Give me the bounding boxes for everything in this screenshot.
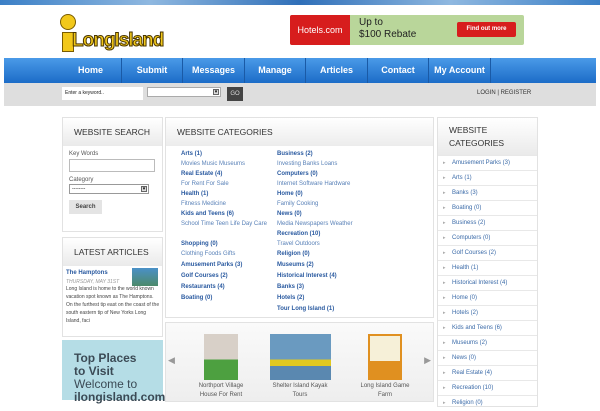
sidebar-category-link[interactable]: Arts (1): [438, 170, 537, 186]
sidebar-category-link[interactable]: Banks (3): [438, 185, 537, 201]
nav-messages[interactable]: Messages: [183, 58, 245, 83]
main-nav: Home Submit Messages Manage Articles Con…: [4, 58, 596, 83]
latest-articles-panel: LATEST ARTICLES The Hamptons THURSDAY, M…: [62, 237, 163, 337]
article-thumbnail[interactable]: [132, 268, 158, 286]
subcategory-links[interactable]: School Time Teen Life Day Care: [181, 219, 273, 229]
category-link[interactable]: Historical Interest (4): [277, 271, 387, 281]
nav-manage[interactable]: Manage: [245, 58, 306, 83]
carousel-item[interactable]: Northport Village House For Rent: [193, 334, 249, 400]
subcategory-links[interactable]: Internet Software Hardware: [277, 179, 387, 189]
article-excerpt: Long Island is home to the world known v…: [66, 286, 160, 324]
categories-right-column: Business (2) Investing Banks Loans Comput…: [277, 149, 387, 314]
sidebar-category-link[interactable]: Hotels (2): [438, 305, 537, 321]
category-link[interactable]: Golf Courses (2): [181, 271, 273, 281]
category-link[interactable]: Museums (2): [277, 260, 387, 270]
category-link[interactable]: Recreation (10): [277, 229, 387, 239]
category-link[interactable]: Home (0): [277, 189, 387, 199]
panel-title: WEBSITE CATEGORIES: [166, 118, 433, 146]
sidebar-category-link[interactable]: Recreation (10): [438, 380, 537, 396]
category-link[interactable]: Hotels (2): [277, 293, 387, 303]
hotels-ad-banner[interactable]: Hotels.com Up to $100 Rebate Find out mor…: [290, 15, 524, 45]
sidebar-category-link[interactable]: Home (0): [438, 290, 537, 306]
category-link[interactable]: Religion (0): [277, 249, 387, 259]
chevron-down-icon: ▾: [213, 89, 219, 95]
category-link[interactable]: Computers (0): [277, 169, 387, 179]
sidebar-category-list: Amusement Parks (3)Arts (1)Banks (3)Boat…: [438, 155, 537, 411]
listing-image[interactable]: [269, 334, 331, 380]
category-link[interactable]: Banks (3): [277, 282, 387, 292]
subcategory-links[interactable]: For Rent For Sale: [181, 179, 273, 189]
category-link[interactable]: Boating (0): [181, 293, 273, 303]
category-link[interactable]: News (0): [277, 209, 387, 219]
subcategory-links[interactable]: Investing Banks Loans: [277, 159, 387, 169]
website-search-panel: WEBSITE SEARCH Key Words Category ------…: [62, 117, 163, 232]
sidebar-category-link[interactable]: Religion (0): [438, 395, 537, 411]
sidebar-category-link[interactable]: Amusement Parks (3): [438, 155, 537, 171]
listing-image[interactable]: [204, 334, 238, 380]
subcategory-links[interactable]: Movies Music Museums: [181, 159, 273, 169]
sidebar-categories-panel: WEBSITECATEGORIES Amusement Parks (3)Art…: [437, 117, 538, 411]
subcategory-links[interactable]: Media Newspapers Weather: [277, 219, 387, 229]
ad-message: Up to $100 Rebate: [359, 17, 417, 40]
chevron-right-icon[interactable]: ▶: [424, 355, 431, 366]
category-link[interactable]: Amusement Parks (3): [181, 260, 273, 270]
sidebar-category-link[interactable]: Museums (2): [438, 335, 537, 351]
category-select[interactable]: ▾: [147, 87, 221, 97]
subcategory-links[interactable]: Clothing Foods Gifts: [181, 249, 273, 259]
nav-submit[interactable]: Submit: [122, 58, 183, 83]
carousel-item[interactable]: Shelter Island Kayak Tours: [265, 334, 335, 400]
nav-articles[interactable]: Articles: [306, 58, 368, 83]
subcategory-links[interactable]: Travel Outdoors: [277, 239, 387, 249]
carousel-item[interactable]: Long Island Game Farm: [350, 334, 420, 400]
listing-image[interactable]: [368, 334, 402, 380]
login-register-link[interactable]: LOGIN | REGISTER: [477, 90, 531, 96]
subcategory-links[interactable]: Family Cooking: [277, 199, 387, 209]
subcategory-links[interactable]: Fitness Medicine: [181, 199, 273, 209]
category-link[interactable]: Kids and Teens (6): [181, 209, 273, 219]
nav-contact[interactable]: Contact: [368, 58, 429, 83]
category-link[interactable]: Real Estate (4): [181, 169, 273, 179]
sidebar-category-link[interactable]: Computers (0): [438, 230, 537, 246]
keywords-input[interactable]: [69, 159, 155, 172]
sidebar-category-link[interactable]: Health (1): [438, 260, 537, 276]
sidebar-category-link[interactable]: Business (2): [438, 215, 537, 231]
keywords-label: Key Words: [69, 151, 99, 157]
category-link[interactable]: Restaurants (4): [181, 282, 273, 292]
chevron-down-icon: ▾: [141, 186, 147, 192]
sidebar-category-link[interactable]: Kids and Teens (6): [438, 320, 537, 336]
nav-my-account[interactable]: My Account: [429, 58, 491, 83]
category-link[interactable]: Tour Long Island (1): [277, 304, 387, 314]
ad-brand: Hotels.com: [290, 15, 350, 45]
panel-title: WEBSITE SEARCH: [63, 118, 162, 146]
top-places-promo[interactable]: Top Places to Visit Welcome to ilongisland.…: [62, 340, 165, 404]
go-button[interactable]: GO: [227, 87, 243, 101]
panel-title: LATEST ARTICLES: [63, 238, 162, 266]
sidebar-category-link[interactable]: Golf Courses (2): [438, 245, 537, 261]
category-label: Category: [69, 177, 94, 183]
category-link[interactable]: Arts (1): [181, 149, 273, 159]
sidebar-category-link[interactable]: Real Estate (4): [438, 365, 537, 381]
sidebar-category-link[interactable]: Boating (0): [438, 200, 537, 216]
category-dropdown[interactable]: -------- ▾: [69, 184, 149, 194]
keyword-input[interactable]: Enter a keyword..: [62, 87, 143, 100]
find-out-more-button[interactable]: Find out more: [457, 22, 516, 37]
categories-left-column: Arts (1) Movies Music Museums Real Estate…: [181, 149, 273, 303]
sidebar-category-link[interactable]: News (0): [438, 350, 537, 366]
site-logo[interactable]: LongIsland: [58, 10, 165, 56]
chevron-left-icon[interactable]: ◀: [168, 355, 175, 366]
category-link[interactable]: Business (2): [277, 149, 387, 159]
category-link[interactable]: Shopping (0): [181, 239, 273, 249]
search-button[interactable]: Search: [69, 200, 102, 214]
nav-home[interactable]: Home: [60, 58, 122, 83]
panel-title: WEBSITE CATEGORIES: [438, 118, 537, 155]
category-link[interactable]: Health (1): [181, 189, 273, 199]
top-strip: [0, 0, 600, 5]
sidebar-category-link[interactable]: Historical Interest (4): [438, 275, 537, 291]
